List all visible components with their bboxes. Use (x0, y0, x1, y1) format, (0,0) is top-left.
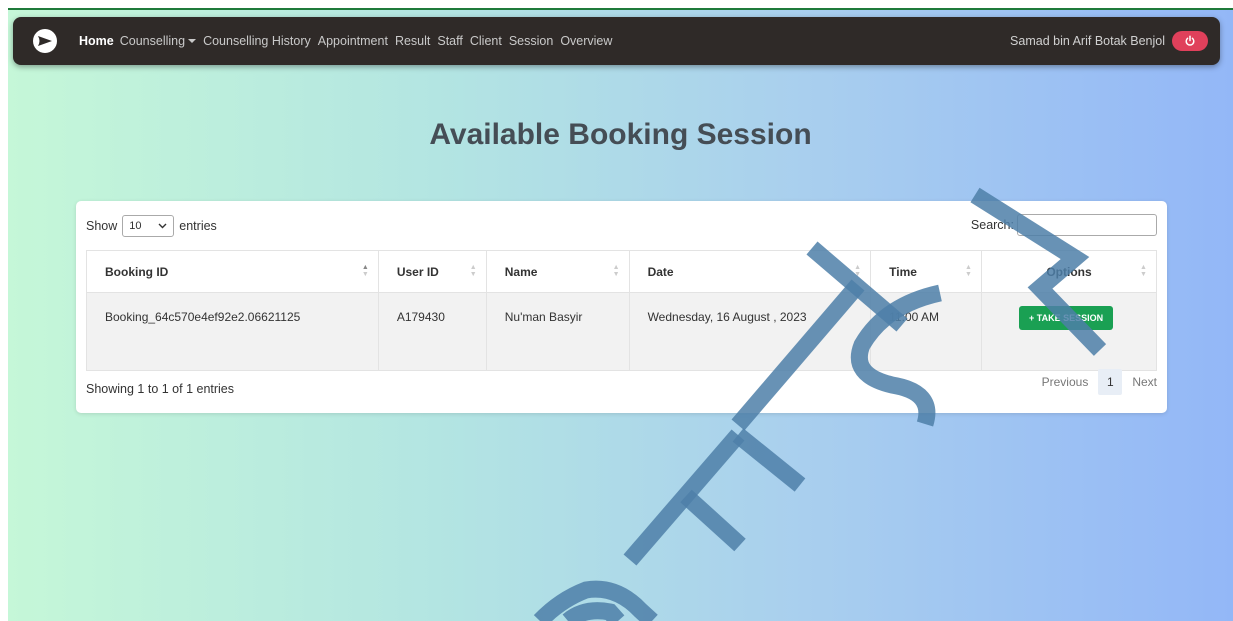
nav-session[interactable]: Session (509, 34, 553, 48)
take-session-button[interactable]: + TAKE SESSION (1019, 306, 1114, 330)
search-label: Search: (970, 218, 1014, 232)
entries-label: entries (179, 219, 217, 233)
logout-button[interactable] (1172, 31, 1208, 51)
previous-page-button[interactable]: Previous (1042, 375, 1089, 389)
column-header-booking-id[interactable]: Booking ID ▲ ▼ (86, 250, 379, 293)
bookings-card: Show 10 entries Search: Booking ID ▲ ▼ Use… (76, 201, 1167, 413)
next-page-button[interactable]: Next (1132, 375, 1157, 389)
cell-user-id: A179430 (377, 292, 487, 371)
entries-select-value: 10 (129, 220, 142, 232)
chevron-down-icon (158, 223, 167, 229)
cell-name: Nu'man Basyir (485, 292, 630, 371)
cell-options: + TAKE SESSION (981, 292, 1157, 371)
bookings-table: Booking ID ▲ ▼ User ID ▲ ▼ Name ▲ ▼ Date ▲ ▼ Tim… (86, 250, 1157, 371)
search-input[interactable] (1017, 214, 1157, 236)
column-header-time[interactable]: Time ▲ ▼ (870, 250, 983, 293)
navbar: Home Counselling Counselling History App… (13, 17, 1220, 65)
table-row: Booking_64c570e4ef92e2.06621125 A179430 … (86, 292, 1157, 371)
user-name[interactable]: Samad bin Arif Botak Benjol (1010, 34, 1165, 48)
sort-icon: ▲ ▼ (854, 264, 862, 278)
caret-down-icon (188, 38, 197, 43)
search-control: Search: (971, 214, 1157, 236)
sort-icon: ▲ ▼ (1140, 264, 1147, 278)
show-label: Show (86, 219, 118, 233)
entries-select[interactable]: 10 (122, 215, 175, 237)
table-header-row: Booking ID ▲ ▼ User ID ▲ ▼ Name ▲ ▼ Date ▲ ▼ Tim… (86, 250, 1157, 293)
page-title: Available Booking Session (429, 118, 812, 151)
page-1-button[interactable]: 1 (1098, 369, 1123, 395)
entries-length-control: Show 10 entries (86, 215, 217, 237)
cell-booking-id: Booking_64c570e4ef92e2.06621125 (86, 292, 379, 371)
column-header-options[interactable]: Options ▲ ▼ (981, 250, 1157, 293)
column-header-date[interactable]: Date ▲ ▼ (628, 250, 872, 293)
nav-home[interactable]: Home (79, 34, 114, 48)
power-icon (1185, 35, 1195, 46)
cell-date: Wednesday, 16 August , 2023 (628, 292, 872, 371)
column-header-name[interactable]: Name ▲ ▼ (485, 250, 630, 293)
nav-counselling-label: Counselling (119, 34, 186, 48)
cell-time: 11:00 AM (870, 292, 983, 371)
sort-icon: ▲ ▼ (965, 264, 972, 278)
nav-counselling-dropdown[interactable]: Counselling (119, 34, 197, 48)
logo-icon[interactable] (33, 29, 57, 53)
nav-staff[interactable]: Staff (437, 34, 462, 48)
nav-result[interactable]: Result (395, 34, 430, 48)
nav-overview[interactable]: Overview (560, 34, 612, 48)
column-header-user-id[interactable]: User ID ▲ ▼ (377, 250, 487, 293)
pagination: Previous 1 Next (1042, 369, 1157, 395)
nav-client[interactable]: Client (470, 34, 502, 48)
sort-icon: ▲ ▼ (612, 264, 620, 278)
sort-icon: ▲ ▼ (361, 264, 369, 278)
nav-appointment[interactable]: Appointment (318, 34, 388, 48)
sort-icon: ▲ ▼ (469, 264, 477, 278)
page-background: Home Counselling Counselling History App… (8, 10, 1233, 621)
table-info: Showing 1 to 1 of 1 entries (86, 382, 235, 396)
nav-counselling-history[interactable]: Counselling History (203, 34, 311, 48)
